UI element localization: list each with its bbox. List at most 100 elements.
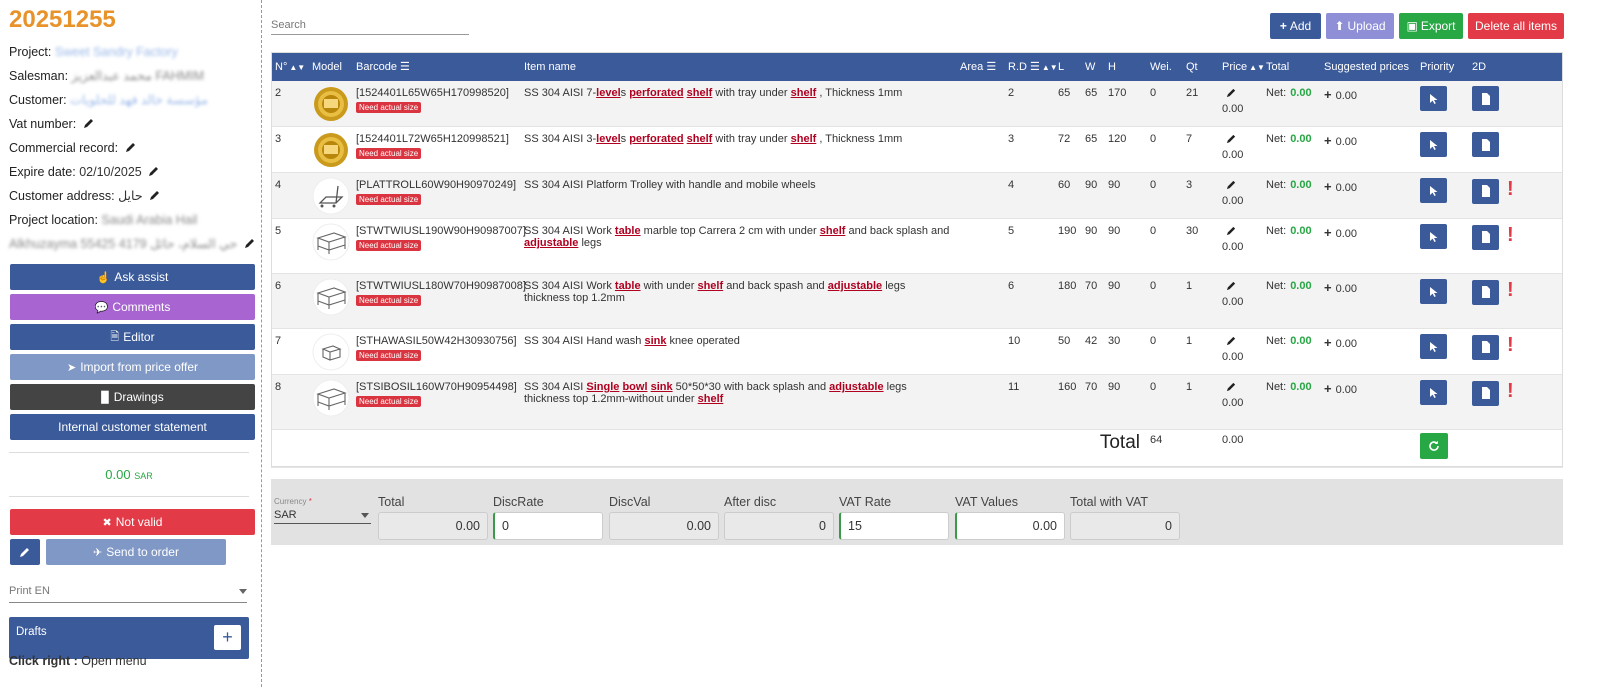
total-field-input[interactable]: 0.00 (955, 512, 1065, 540)
export-button[interactable]: ▣ Export (1399, 13, 1463, 39)
customer-link[interactable]: مؤسسة خالد فهد للحلويات (70, 93, 208, 107)
model-image-icon (312, 133, 350, 172)
add-suggested-icon[interactable]: + (1324, 335, 1332, 350)
edit-address-pencil-icon[interactable] (149, 189, 161, 201)
priority-button[interactable] (1420, 279, 1447, 304)
ask-assist-button[interactable]: ☝ Ask assist (10, 264, 255, 290)
keyword: perforated (629, 133, 684, 145)
model-thumbnail[interactable] (308, 273, 352, 329)
warning-icon: ! (1507, 380, 1514, 402)
2d-drawing-button[interactable] (1472, 334, 1499, 360)
2d-drawing-button[interactable] (1472, 178, 1499, 204)
add-suggested-icon[interactable]: + (1324, 381, 1332, 396)
comments-button[interactable]: 💬 Comments (10, 294, 255, 320)
edit-price-button[interactable] (1222, 335, 1258, 349)
col-barcode[interactable]: Barcode ☰ (352, 52, 520, 81)
import-offer-button[interactable]: ➤ Import from price offer (10, 354, 255, 380)
priority-button[interactable] (1420, 380, 1447, 405)
add-suggested-icon[interactable]: + (1324, 225, 1332, 240)
qty-cell[interactable]: 1 (1182, 374, 1218, 430)
table-row[interactable]: 2 [1524401L65W65H170998520] Need actual si… (271, 81, 1563, 127)
keyword: table (614, 280, 641, 292)
print-language-select[interactable]: Print EN (9, 585, 247, 603)
add-suggested-icon[interactable]: + (1324, 179, 1332, 194)
total-field-input[interactable]: 0 (493, 512, 603, 540)
2d-drawing-button[interactable] (1472, 279, 1499, 305)
edit-vat-pencil-icon[interactable] (83, 117, 95, 129)
edit-expire-pencil-icon[interactable] (148, 165, 160, 177)
model-thumbnail[interactable] (308, 328, 352, 375)
refresh-button[interactable] (1420, 433, 1448, 459)
qty-cell[interactable]: 21 (1182, 81, 1218, 127)
qty-cell[interactable]: 1 (1182, 273, 1218, 329)
item-name: SS 304 AISI 7-levels perforated shelf wi… (520, 81, 956, 127)
priority-button[interactable] (1420, 224, 1447, 249)
file-icon (1481, 387, 1490, 399)
model-thumbnail[interactable] (308, 81, 352, 127)
edit-price-button[interactable] (1222, 225, 1258, 239)
total-field-input[interactable]: 15 (839, 512, 949, 540)
rd-cell: 10 (1004, 328, 1054, 375)
edit-price-button[interactable] (1222, 179, 1258, 193)
col-number[interactable]: N° ▲▼ (271, 52, 308, 81)
2d-drawing-button[interactable] (1472, 86, 1499, 111)
editor-button[interactable]: 🗎 Editor (10, 324, 255, 350)
col-rd[interactable]: R.D ☰ ▲▼ (1004, 52, 1058, 81)
priority-button[interactable] (1420, 178, 1447, 203)
area-cell (956, 126, 1004, 173)
delete-all-button[interactable]: Delete all items (1468, 13, 1564, 39)
priority-button[interactable] (1420, 86, 1447, 111)
qty-cell[interactable]: 30 (1182, 218, 1218, 274)
table-row[interactable]: 7 [STHAWASIL50W42H30930756] Need actual si… (271, 328, 1563, 375)
send-to-order-button[interactable]: ✈ Send to order (46, 539, 226, 565)
price-value: 0.00 (1222, 149, 1244, 161)
table-row[interactable]: 6 [STWTWIUSL180W70H90987008] Need actual s… (271, 273, 1563, 329)
table-row[interactable]: 5 [STWTWIUSL190W90H90987007] Need actual s… (271, 218, 1563, 274)
currency-select[interactable]: Currency * SAR (274, 497, 371, 524)
excel-file-icon: ▣ (1406, 19, 1418, 33)
model-image-icon (312, 333, 350, 374)
add-button[interactable]: + Add (1270, 13, 1321, 39)
col-area[interactable]: Area ☰ (956, 52, 1004, 81)
model-thumbnail[interactable] (308, 374, 352, 430)
edit-commercial-pencil-icon[interactable] (125, 141, 137, 153)
table-row[interactable]: 8 [STSIBOSIL160W70H90954498] Need actual s… (271, 374, 1563, 430)
rd-cell: 4 (1004, 172, 1054, 219)
edit-price-button[interactable] (1222, 87, 1258, 101)
edit-price-button[interactable] (1222, 381, 1258, 395)
add-suggested-icon[interactable]: + (1324, 87, 1332, 102)
col-price[interactable]: Price ▲▼ (1218, 52, 1265, 81)
internal-statement-button[interactable]: Internal customer statement (10, 414, 255, 440)
2d-drawing-button[interactable] (1472, 224, 1499, 250)
drawings-button[interactable]: ▉ Drawings (10, 384, 255, 410)
edit-price-button[interactable] (1222, 280, 1258, 294)
model-thumbnail[interactable] (308, 172, 352, 219)
edit-button[interactable] (10, 539, 40, 565)
model-thumbnail[interactable] (308, 126, 352, 173)
add-suggested-icon[interactable]: + (1324, 280, 1332, 295)
qty-cell[interactable]: 7 (1182, 126, 1218, 173)
col-l: L (1058, 60, 1065, 73)
upload-button[interactable]: ⬆ Upload (1326, 13, 1394, 39)
pencil-icon (1226, 180, 1236, 190)
model-thumbnail[interactable] (308, 218, 352, 274)
edit-location-pencil-icon[interactable] (244, 237, 256, 249)
barcode: [STSIBOSIL160W70H90954498] (356, 381, 517, 393)
project-link[interactable]: Sweet Sandry Factory (55, 45, 178, 59)
add-suggested-icon[interactable]: + (1324, 133, 1332, 148)
weight-cell: 0 (1146, 81, 1182, 127)
item-name-text: and back spash and (723, 280, 828, 292)
priority-button[interactable] (1420, 334, 1447, 359)
location-value: Saudi Arabia Hail (101, 213, 198, 227)
priority-button[interactable] (1420, 132, 1447, 157)
search-input[interactable]: Search (271, 19, 469, 35)
not-valid-button[interactable]: ✖ Not valid (10, 509, 255, 535)
table-row[interactable]: 3 [1524401L72W65H120998521] Need actual si… (271, 126, 1563, 173)
qty-cell[interactable]: 3 (1182, 172, 1218, 219)
table-row[interactable]: 4 [PLATTROLL60W90H90970249] Need actual si… (271, 172, 1563, 219)
2d-drawing-button[interactable] (1472, 380, 1499, 406)
qty-cell[interactable]: 1 (1182, 328, 1218, 375)
add-draft-button[interactable]: + (214, 625, 241, 650)
edit-price-button[interactable] (1222, 133, 1258, 147)
2d-drawing-button[interactable] (1472, 132, 1499, 157)
